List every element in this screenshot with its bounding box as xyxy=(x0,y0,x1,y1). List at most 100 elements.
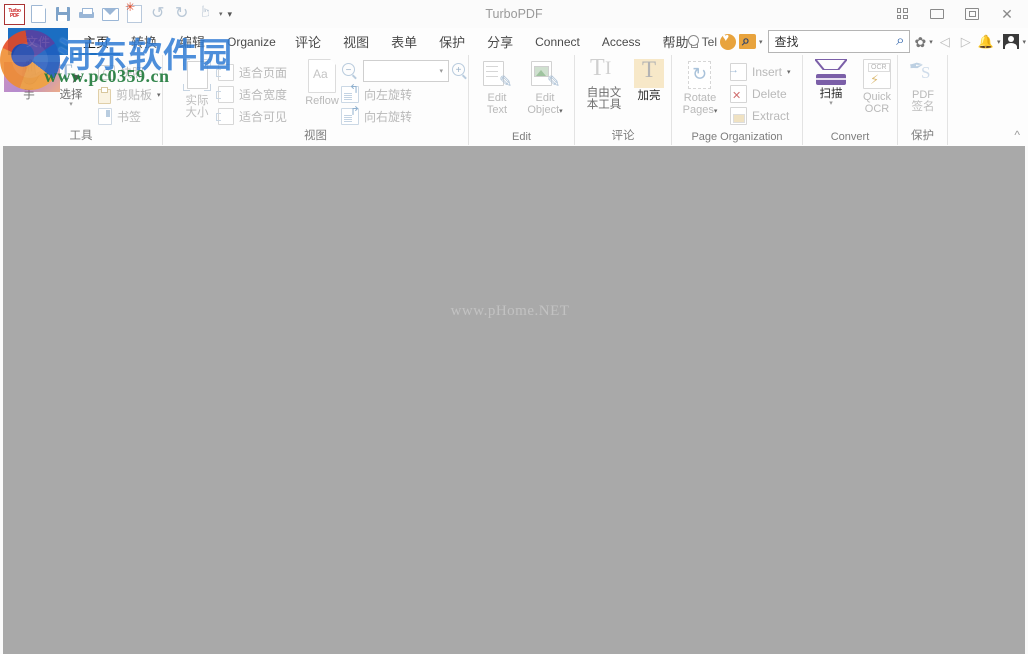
insert-pages-label: Insert xyxy=(752,65,782,79)
qat-overflow-icon[interactable]: ▾ xyxy=(226,9,235,20)
free-text-tool-icon xyxy=(589,59,619,85)
ribbon-group-tools: 手 T➤ 选择 ▾ 快照 剪贴板 ▾ 书签 xyxy=(0,55,163,145)
gear-icon[interactable]: ✿ xyxy=(915,35,927,49)
rotate-left-button[interactable]: 向左旋转 xyxy=(341,84,412,105)
email-icon[interactable] xyxy=(100,4,121,25)
chevron-down-icon[interactable]: ▾ xyxy=(1022,38,1026,46)
rotate-pages-label-text: Pages xyxy=(683,104,714,116)
undo-icon[interactable] xyxy=(148,4,169,25)
edit-object-button[interactable]: Edit Object▾ xyxy=(519,60,571,118)
avatar[interactable] xyxy=(1003,34,1019,49)
restore-icon xyxy=(965,8,979,20)
pdf-sign-button[interactable]: PDF 签名 xyxy=(897,59,949,114)
extract-pages-icon xyxy=(730,107,747,125)
clipboard-button[interactable]: 剪贴板 ▾ xyxy=(98,84,161,105)
highlight-label: 加亮 xyxy=(638,90,661,103)
search-icon[interactable]: ⌕ xyxy=(896,33,904,48)
navigate-back-icon[interactable]: ◁ xyxy=(936,35,954,48)
tab-organize[interactable]: Organize xyxy=(216,28,284,55)
scan-button[interactable]: 扫描 ▾ xyxy=(805,59,857,107)
favorite-heart-icon[interactable] xyxy=(720,34,736,50)
insert-pages-icon xyxy=(730,63,747,81)
chevron-down-icon[interactable]: ▾ xyxy=(714,108,718,115)
save-icon[interactable] xyxy=(52,4,73,25)
ribbon-group-edit: Edit Text Edit Object▾ Edit xyxy=(469,55,575,145)
tab-access[interactable]: Access xyxy=(591,28,652,55)
zoom-in-icon: + xyxy=(451,62,468,79)
search-box[interactable]: ⌕ xyxy=(768,30,910,53)
chevron-down-icon[interactable]: ▾ xyxy=(929,38,933,46)
tab-home[interactable]: 主页 xyxy=(72,28,120,55)
ribbon-display-icon xyxy=(897,8,908,19)
hand-tool-icon[interactable] xyxy=(196,4,217,25)
extract-pages-label: Extract xyxy=(752,109,789,123)
zoom-level-combobox[interactable]: ▾ xyxy=(363,60,449,82)
tab-convert[interactable]: 转换 xyxy=(120,28,168,55)
open-document-icon[interactable] xyxy=(28,4,49,25)
chevron-down-icon[interactable]: ▾ xyxy=(69,102,73,108)
tab-share[interactable]: 分享 xyxy=(476,28,524,55)
chevron-down-icon[interactable]: ▾ xyxy=(219,10,223,18)
redo-icon[interactable] xyxy=(172,4,193,25)
hand-icon xyxy=(16,61,42,87)
highlight-button[interactable]: 加亮 xyxy=(623,59,675,103)
ribbon-group-view: 实际 大小 适合页面 适合宽度 适合可见 Reflow xyxy=(163,55,469,145)
tab-file[interactable]: 文件 xyxy=(8,28,68,55)
title-bar: TurboPDF TurboPDF ✳ ▾ ▾ xyxy=(0,0,1028,29)
chevron-down-icon[interactable]: ▾ xyxy=(829,101,833,107)
quick-access-toolbar: TurboPDF ✳ ▾ ▾ xyxy=(4,2,234,26)
rotate-pages-button[interactable]: Rotate Pages▾ xyxy=(674,60,726,118)
app-menu-button[interactable]: TurboPDF xyxy=(4,4,25,25)
zoom-out-button[interactable]: − xyxy=(341,60,358,81)
actual-size-icon xyxy=(183,59,211,93)
chevron-down-icon[interactable]: ▾ xyxy=(439,67,448,75)
group-label-tools: 工具 xyxy=(0,127,162,143)
edit-text-button[interactable]: Edit Text xyxy=(471,60,523,117)
extract-pages-button[interactable]: Extract xyxy=(730,105,789,126)
print-icon[interactable] xyxy=(76,4,97,25)
select-tool-button[interactable]: T➤ 选择 ▾ xyxy=(45,61,97,108)
actual-size-label-2: 大小 xyxy=(186,107,209,120)
delete-pages-button[interactable]: Delete xyxy=(730,83,787,104)
tab-protect[interactable]: 保护 xyxy=(428,28,476,55)
notifications-bell-icon[interactable]: 🔔 xyxy=(978,35,994,48)
free-text-label-2: 本工具 xyxy=(587,99,622,112)
maximize-button[interactable] xyxy=(955,2,989,25)
fit-visible-label: 适合可见 xyxy=(239,108,287,125)
tab-view[interactable]: 视图 xyxy=(332,28,380,55)
document-viewport[interactable]: www.pHome.NET xyxy=(0,146,1028,654)
chevron-down-icon[interactable]: ▾ xyxy=(559,108,563,115)
new-from-file-icon[interactable]: ✳ xyxy=(124,4,145,25)
close-button[interactable]: ✕ xyxy=(990,2,1024,25)
group-label-comment: 评论 xyxy=(575,127,671,143)
navigate-forward-icon[interactable]: ▷ xyxy=(957,35,975,48)
snapshot-button[interactable]: 快照 xyxy=(98,62,144,83)
tab-form[interactable]: 表单 xyxy=(380,28,428,55)
application-window: TurboPDF TurboPDF ✳ ▾ ▾ xyxy=(0,0,1028,654)
pdf-sign-icon xyxy=(908,59,938,87)
collapse-ribbon-icon[interactable]: ^ xyxy=(1014,128,1020,142)
tab-comment[interactable]: 评论 xyxy=(284,28,332,55)
chevron-down-icon[interactable]: ▾ xyxy=(759,38,763,46)
snapshot-label: 快照 xyxy=(120,64,144,81)
tell-me-button[interactable]: Tel xyxy=(688,35,717,49)
fit-visible-button[interactable]: 适合可见 xyxy=(218,106,287,127)
bookmark-button[interactable]: 书签 xyxy=(98,106,141,127)
ribbon-display-options-button[interactable] xyxy=(885,2,919,25)
fit-width-button[interactable]: 适合宽度 xyxy=(218,84,287,105)
snapshot-icon xyxy=(98,65,115,80)
search-input[interactable] xyxy=(773,32,889,51)
quick-ocr-button[interactable]: OCR⚡ Quick OCR xyxy=(851,59,903,116)
rotate-pages-icon xyxy=(686,60,714,90)
tab-connect[interactable]: Connect xyxy=(524,28,591,55)
zoom-in-button[interactable]: + xyxy=(451,60,468,81)
chevron-down-icon[interactable]: ▾ xyxy=(787,68,791,76)
tab-edit[interactable]: 编辑 xyxy=(168,28,216,55)
insert-pages-button[interactable]: Insert ▾ xyxy=(730,61,791,82)
folder-search-icon[interactable] xyxy=(739,34,756,49)
fit-page-button[interactable]: 适合页面 xyxy=(218,62,287,83)
chevron-down-icon[interactable]: ▾ xyxy=(997,38,1001,46)
rotate-right-button[interactable]: 向右旋转 xyxy=(341,106,412,127)
chevron-down-icon[interactable]: ▾ xyxy=(157,91,161,99)
minimize-button[interactable] xyxy=(920,2,954,25)
